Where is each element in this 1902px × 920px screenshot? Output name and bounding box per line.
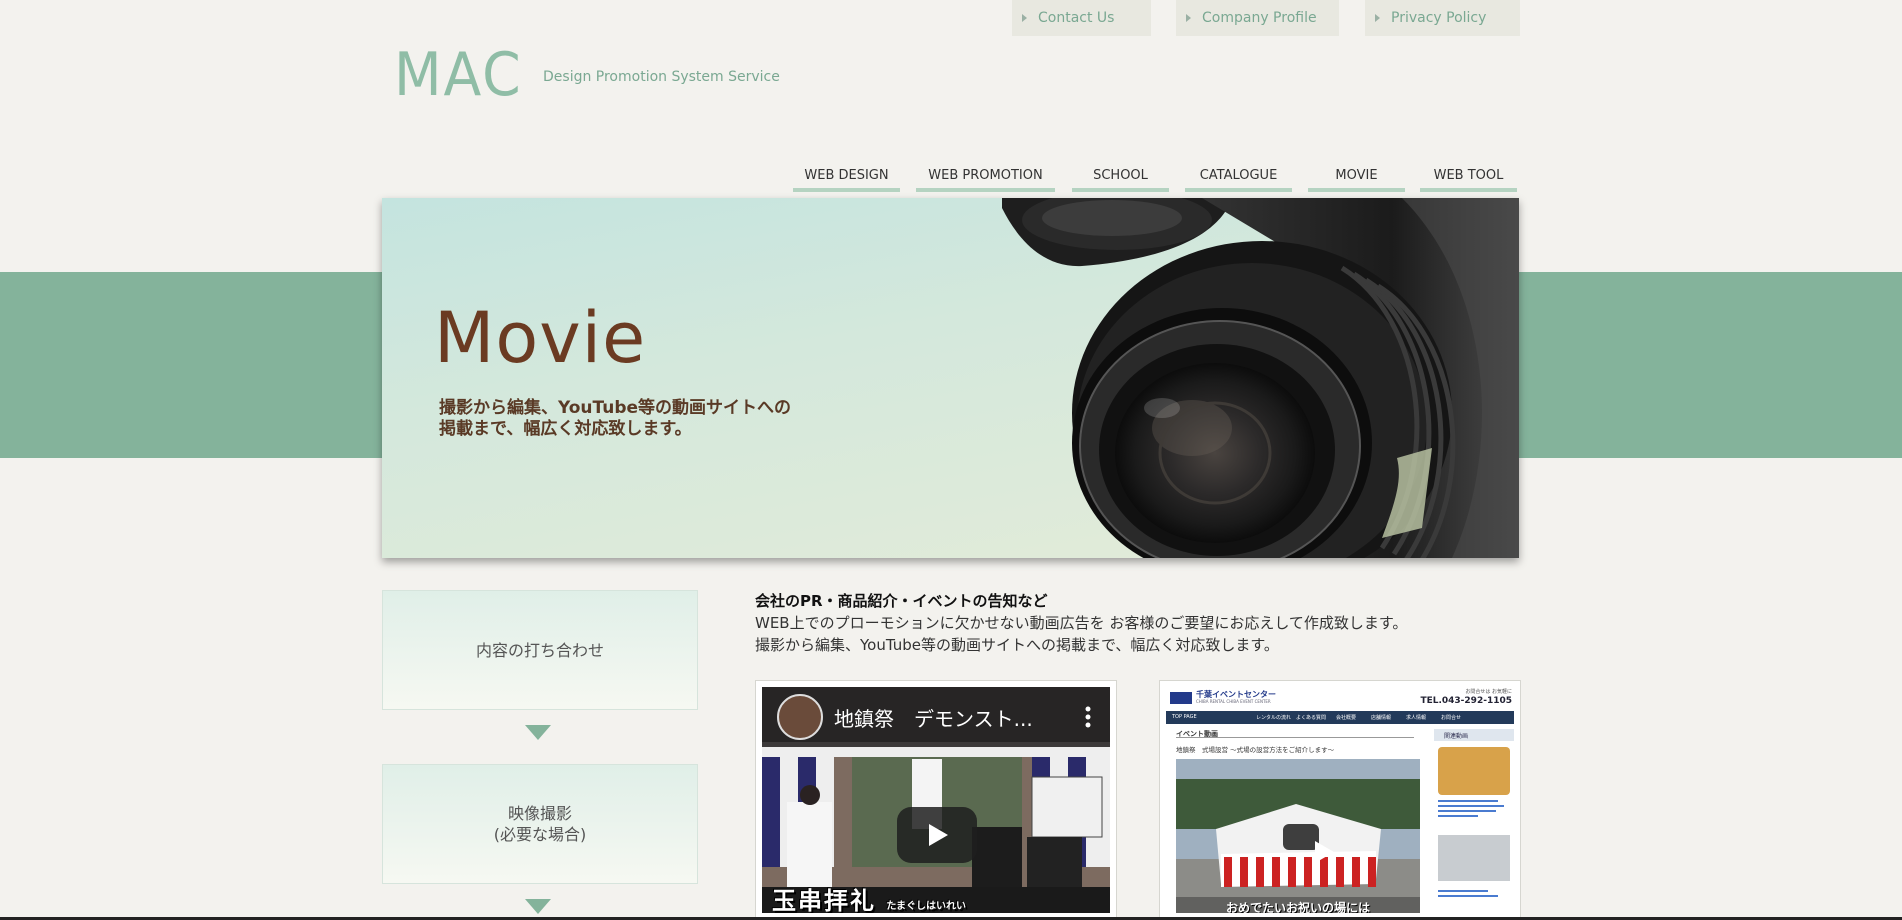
triangle-right-icon (1375, 14, 1380, 22)
hero-text-line2: 掲載まで、幅広く対応致します。 (439, 419, 692, 439)
site-menu-item: 求人情報 (1406, 715, 1427, 721)
privacy-policy-link[interactable]: Privacy Policy (1365, 0, 1520, 36)
site-menu-item: レンタルの流れ (1256, 715, 1292, 721)
intro-line1: WEB上でのプローモションに欠かせない動画広告を お客様のご要望にお応えして作成… (755, 614, 1408, 632)
video-1-caption: 玉串拝礼 たまぐしはいれい (772, 881, 966, 913)
hero-banner: Movie 撮影から編集、YouTube等の動画サイトへの 掲載まで、幅広く対応… (382, 198, 1519, 558)
site-menu-item: TOP PAGE (1172, 714, 1197, 720)
step-consultation: 内容の打ち合わせ (382, 590, 698, 710)
hero-text-line1: 撮影から編集、YouTube等の動画サイトへの (439, 398, 792, 418)
site-side-title: 関連動画 (1444, 733, 1469, 740)
nav-school[interactable]: SCHOOL (1072, 164, 1169, 192)
intro-lead: 会社のPR・商品紹介・イベントの告知など (755, 592, 1048, 610)
camera-lens-image (1002, 198, 1519, 558)
video-1-title[interactable]: 地鎮祭 デモンスト... (834, 703, 1033, 732)
site-menu-item: よくある質問 (1296, 715, 1327, 721)
logo-tagline: Design Promotion System Service (543, 69, 780, 85)
company-profile-label: Company Profile (1202, 10, 1317, 26)
phone-label: お問合せは お気軽に (1465, 689, 1512, 695)
down-arrow-icon (525, 899, 551, 914)
site-sub: CHIBA RENTAL CHIBA EVENT CENTER (1196, 699, 1271, 704)
nav-web-tool[interactable]: WEB TOOL (1420, 164, 1517, 192)
video-embed-2[interactable]: 千葉イベントセンター CHIBA RENTAL CHIBA EVENT CENT… (1159, 680, 1521, 920)
video-1-caption-reading: たまぐしはいれい (886, 901, 967, 912)
nav-catalogue[interactable]: CATALOGUE (1185, 164, 1292, 192)
site-header: 千葉イベントセンター CHIBA RENTAL CHIBA EVENT CENT… (1166, 687, 1514, 709)
nav-web-design[interactable]: WEB DESIGN (793, 164, 900, 192)
step-filming-sub: (必要な場合) (493, 825, 587, 844)
site-menu-item: 店舗情報 (1371, 715, 1392, 721)
triangle-right-icon (1022, 14, 1027, 22)
video-player-1[interactable]: 地鎮祭 デモンスト... 玉串拝礼 たまぐしはいれい (762, 687, 1110, 913)
hero-text: 撮影から編集、YouTube等の動画サイトへの 掲載まで、幅広く対応致します。 (439, 398, 859, 440)
play-button-small[interactable] (1283, 824, 1334, 863)
side-links-2 (1438, 887, 1508, 907)
play-button[interactable] (897, 807, 977, 863)
down-arrow-icon (525, 725, 551, 740)
tent-caption: おめでたいお祝いの場には (1225, 901, 1370, 913)
side-links (1438, 797, 1508, 827)
step-filming: 映像撮影 (必要な場合) (382, 764, 698, 884)
main-nav: WEB DESIGN WEB PROMOTION SCHOOL CATALOGU… (0, 164, 1902, 192)
side-thumb-truck (1438, 835, 1510, 881)
site-logo-icon (1170, 692, 1192, 704)
site-menu-item: 会社概要 (1336, 715, 1357, 721)
logo-mark: MAC (394, 40, 523, 110)
side-thumb-food (1438, 747, 1510, 795)
step-filming-label: 映像撮影 (507, 804, 572, 823)
phone-number: TEL.043-292-1105 (1420, 696, 1512, 706)
site-menu-item: お問合せ (1441, 715, 1462, 721)
step-consultation-label: 内容の打ち合わせ (475, 640, 604, 660)
top-utility-nav: Contact Us Company Profile Privacy Polic… (0, 0, 1902, 36)
video-1-caption-main: 玉串拝礼 (772, 887, 876, 913)
hero-title: Movie (434, 297, 647, 379)
site-side-header: 関連動画 (1434, 729, 1514, 741)
nav-movie[interactable]: MOVIE (1308, 164, 1405, 192)
privacy-policy-label: Privacy Policy (1391, 10, 1487, 26)
nav-web-promotion[interactable]: WEB PROMOTION (916, 164, 1055, 192)
intro-text: 会社のPR・商品紹介・イベントの告知など WEB上でのプローモションに欠かせない… (755, 590, 1525, 656)
site-headline: 地鎮祭 式場設営 ～式場の設営方法をご紹介します～ (1176, 746, 1335, 754)
video-player-2[interactable]: 千葉イベントセンター CHIBA RENTAL CHIBA EVENT CENT… (1166, 687, 1514, 913)
intro-line2: 撮影から編集、YouTube等の動画サイトへの掲載まで、幅広く対応致します。 (755, 636, 1279, 654)
video-embed-1[interactable]: 地鎮祭 デモンスト... 玉串拝礼 たまぐしはいれい (755, 680, 1117, 920)
contact-us-link[interactable]: Contact Us (1012, 0, 1151, 36)
contact-us-label: Contact Us (1038, 10, 1115, 26)
site-menu-bar: TOP PAGE レンタルの流れ よくある質問 会社概要 店舗情報 求人情報 お… (1166, 711, 1514, 724)
triangle-right-icon (1186, 14, 1191, 22)
company-profile-link[interactable]: Company Profile (1176, 0, 1339, 36)
